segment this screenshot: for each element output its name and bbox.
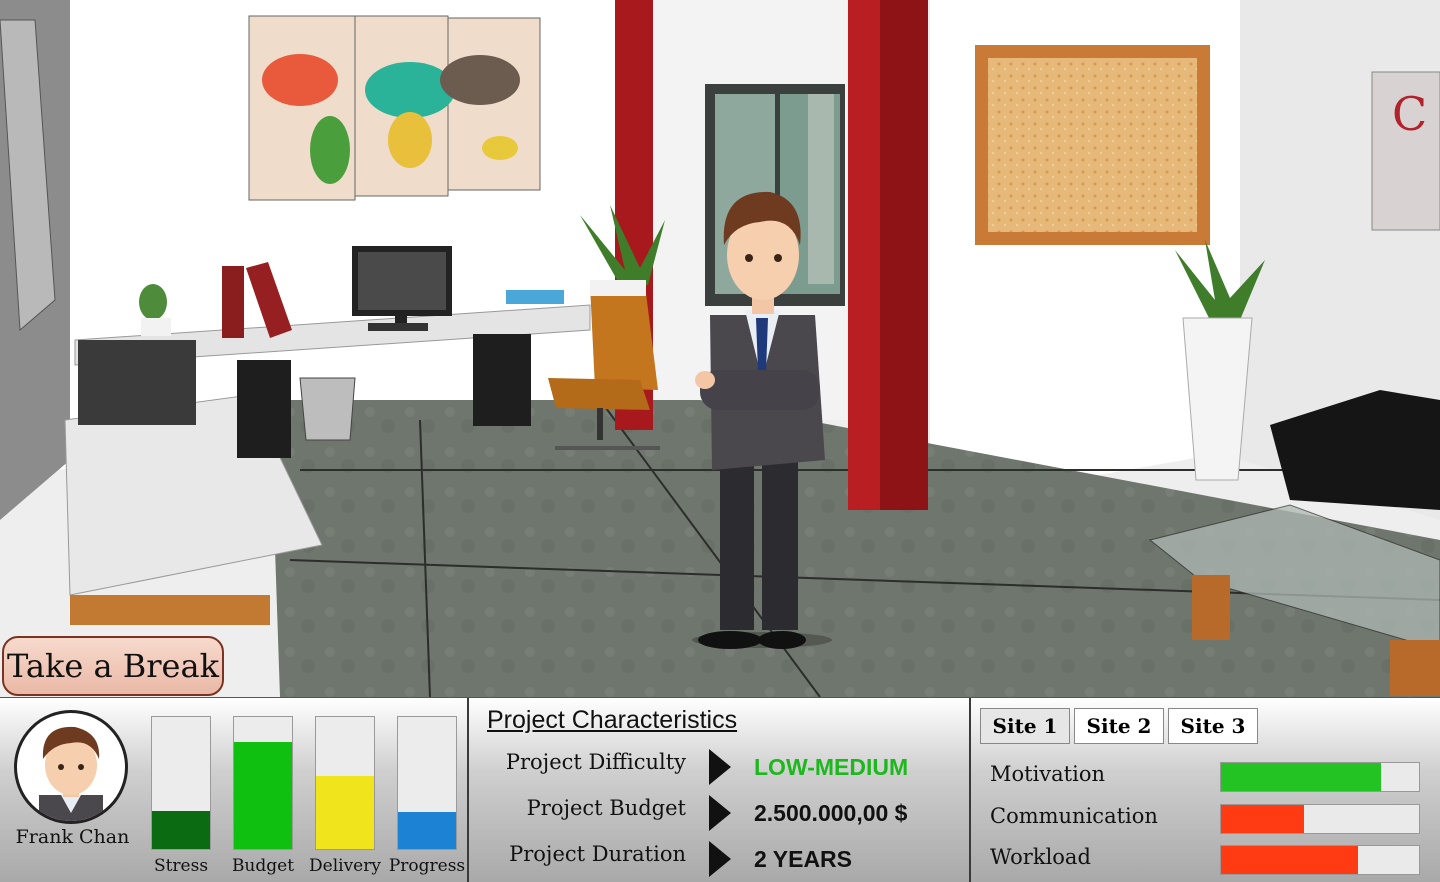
workload-bar — [1220, 845, 1420, 875]
tab-site-1[interactable]: Site 1 — [980, 708, 1070, 744]
project-difficulty-value: LOW-MEDIUM — [754, 754, 909, 780]
office-illustration: C — [0, 0, 1440, 697]
budget-meter-label: Budget — [231, 856, 295, 876]
project-budget-label: Project Budget — [526, 796, 686, 820]
stress-meter-fill — [152, 810, 210, 849]
player-name: Frank Chan — [15, 826, 130, 848]
hud-panel: Frank Chan Stress Budget Delivery Progress … — [0, 697, 1440, 882]
motivation-label: Motivation — [990, 762, 1106, 786]
progress-meter-fill — [398, 812, 456, 849]
communication-bar — [1220, 804, 1420, 834]
project-budget-value: 2.500.000,00 $ — [754, 800, 908, 826]
office-scene: C — [0, 0, 1440, 697]
budget-meter — [233, 716, 293, 850]
player-avatar — [14, 710, 128, 824]
budget-meter-fill — [234, 742, 292, 849]
hud-divider — [467, 698, 469, 882]
communication-label: Communication — [990, 804, 1158, 828]
motivation-bar — [1220, 762, 1420, 792]
delivery-meter-fill — [316, 776, 374, 849]
progress-meter — [397, 716, 457, 850]
stress-meter-label: Stress — [153, 856, 209, 876]
arrow-right-icon — [709, 841, 731, 877]
delivery-meter-label: Delivery — [309, 856, 381, 876]
project-difficulty-label: Project Difficulty — [505, 750, 686, 774]
project-duration-value: 2 YEARS — [754, 846, 853, 872]
workload-bar-fill — [1221, 846, 1358, 874]
tab-site-3[interactable]: Site 3 — [1168, 708, 1258, 744]
progress-meter-label: Progress — [388, 856, 466, 876]
delivery-meter — [315, 716, 375, 850]
communication-bar-fill — [1221, 805, 1305, 833]
project-characteristics-title: Project Characteristics — [487, 706, 738, 734]
avatar-portrait-icon — [39, 726, 103, 821]
project-duration-label: Project Duration — [509, 842, 686, 866]
workload-label: Workload — [990, 845, 1091, 869]
arrow-right-icon — [709, 749, 731, 785]
hud-divider — [969, 698, 971, 882]
stress-meter — [151, 716, 211, 850]
arrow-right-icon — [709, 795, 731, 831]
svg-text:C: C — [1392, 87, 1427, 141]
take-a-break-button[interactable]: Take a Break — [2, 636, 224, 696]
tab-site-2[interactable]: Site 2 — [1074, 708, 1164, 744]
motivation-bar-fill — [1221, 763, 1382, 791]
